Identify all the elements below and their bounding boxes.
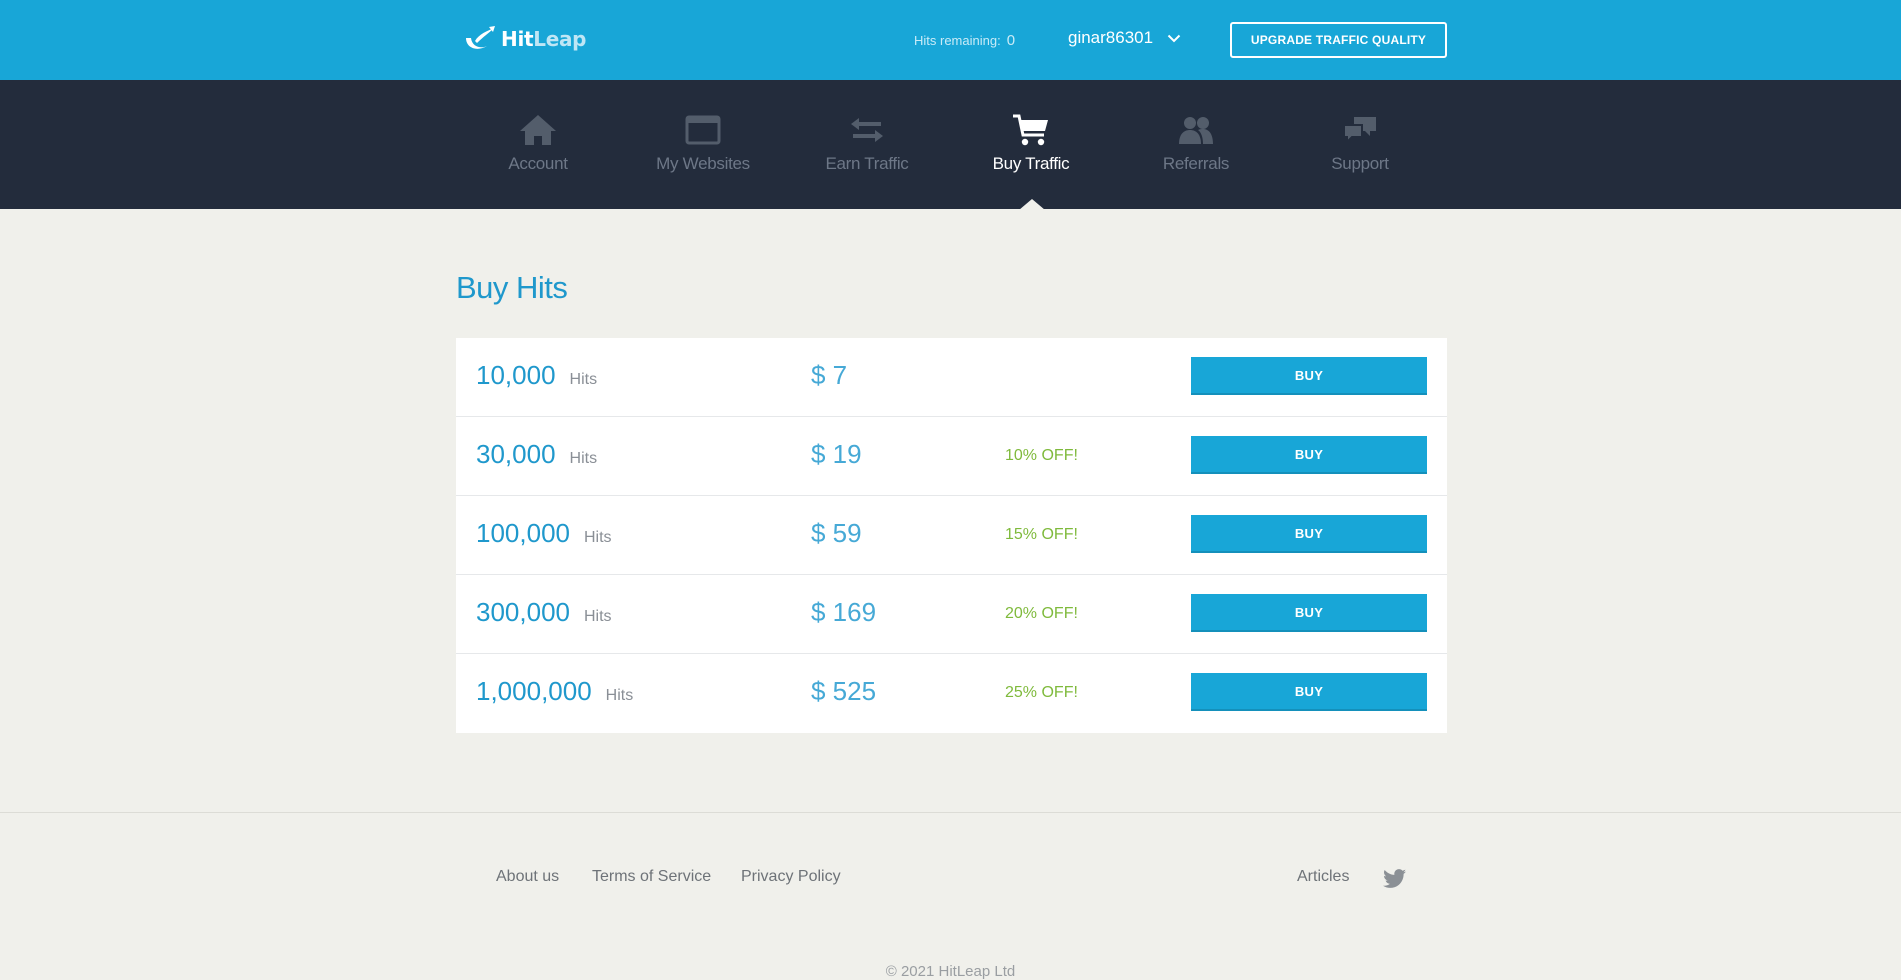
upgrade-traffic-quality-button[interactable]: UPGRADE TRAFFIC QUALITY (1230, 22, 1447, 58)
hits-unit: Hits (569, 450, 598, 467)
browser-window-icon (683, 113, 723, 147)
nav-item-support[interactable]: Support (1295, 80, 1425, 209)
discount-label: 15% OFF! (1005, 526, 1078, 543)
nav-label: My Websites (656, 154, 750, 173)
footer-divider (0, 812, 1901, 813)
hits-amount: 300,000 Hits (476, 597, 612, 628)
top-bar: HitLeap Hits remaining: 0 ginar86301 UPGR… (0, 0, 1901, 80)
chevron-down-icon (1167, 34, 1181, 42)
hits-remaining-value: 0 (1006, 32, 1016, 49)
package-row: 10,000 Hits $ 7 BUY (456, 338, 1447, 417)
package-row: 1,000,000 Hits $ 525 25% OFF! BUY (456, 654, 1447, 733)
footer-link-articles[interactable]: Articles (1297, 868, 1349, 886)
main-nav: Account My Websites Earn Traffic Buy Tra… (0, 80, 1901, 209)
users-icon (1176, 113, 1216, 147)
hits-amount: 30,000 Hits (476, 439, 597, 470)
price: $ 7 (811, 360, 848, 390)
hits-number: 1,000,000 (476, 676, 592, 706)
buy-button[interactable]: BUY (1191, 436, 1427, 474)
hits-unit: Hits (569, 371, 598, 388)
hits-unit: Hits (583, 529, 612, 546)
hits-remaining: Hits remaining: 0 (914, 32, 1015, 49)
nav-label: Earn Traffic (825, 154, 909, 173)
nav-label: Account (508, 154, 568, 173)
buy-button[interactable]: BUY (1191, 594, 1427, 632)
hits-amount: 10,000 Hits (476, 360, 597, 391)
buy-button[interactable]: BUY (1191, 515, 1427, 553)
price: $ 19 (811, 439, 862, 469)
user-menu[interactable]: ginar86301 (1068, 28, 1181, 48)
discount-label: 10% OFF! (1005, 447, 1078, 464)
active-nav-indicator (1019, 199, 1045, 210)
price: $ 525 (811, 676, 877, 706)
price: $ 169 (811, 597, 877, 627)
package-row: 300,000 Hits $ 169 20% OFF! BUY (456, 575, 1447, 654)
twitter-icon[interactable] (1383, 869, 1407, 894)
nav-item-my-websites[interactable]: My Websites (638, 80, 768, 209)
hits-number: 100,000 (476, 518, 570, 548)
hits-amount: 1,000,000 Hits (476, 676, 633, 707)
package-row: 30,000 Hits $ 19 10% OFF! BUY (456, 417, 1447, 496)
hits-number: 10,000 (476, 360, 556, 390)
hits-unit: Hits (605, 687, 634, 704)
nav-label: Referrals (1162, 154, 1230, 173)
package-row: 100,000 Hits $ 59 15% OFF! BUY (456, 496, 1447, 575)
home-icon (518, 113, 558, 147)
price: $ 59 (811, 518, 862, 548)
footer-link-about[interactable]: About us (496, 868, 559, 886)
chat-bubbles-icon (1340, 113, 1380, 147)
nav-item-earn-traffic[interactable]: Earn Traffic (802, 80, 932, 209)
logo-swoosh-icon (466, 26, 495, 49)
discount-label: 25% OFF! (1005, 684, 1078, 701)
nav-item-buy-traffic[interactable]: Buy Traffic (966, 80, 1096, 209)
exchange-arrows-icon (847, 113, 887, 147)
footer-link-terms[interactable]: Terms of Service (592, 868, 711, 886)
nav-label: Support (1331, 154, 1389, 173)
hits-amount: 100,000 Hits (476, 518, 612, 549)
logo[interactable]: HitLeap (463, 24, 586, 54)
shopping-cart-icon (1011, 113, 1051, 147)
discount-label: 20% OFF! (1005, 605, 1078, 622)
page-title: Buy Hits (456, 270, 568, 305)
copyright: © 2021 HitLeap Ltd (885, 963, 1016, 980)
buy-button[interactable]: BUY (1191, 673, 1427, 711)
username: ginar86301 (1068, 28, 1154, 47)
hits-remaining-label: Hits remaining: (914, 33, 1001, 48)
packages-table: 10,000 Hits $ 7 BUY 30,000 Hits $ 19 10% O… (456, 338, 1447, 733)
nav-label: Buy Traffic (992, 154, 1070, 173)
logo-text: HitLeap (501, 27, 587, 51)
hits-unit: Hits (583, 608, 612, 625)
hits-number: 30,000 (476, 439, 556, 469)
nav-item-account[interactable]: Account (473, 80, 603, 209)
nav-item-referrals[interactable]: Referrals (1131, 80, 1261, 209)
footer-link-privacy[interactable]: Privacy Policy (741, 868, 841, 886)
hits-number: 300,000 (476, 597, 570, 627)
buy-button[interactable]: BUY (1191, 357, 1427, 395)
